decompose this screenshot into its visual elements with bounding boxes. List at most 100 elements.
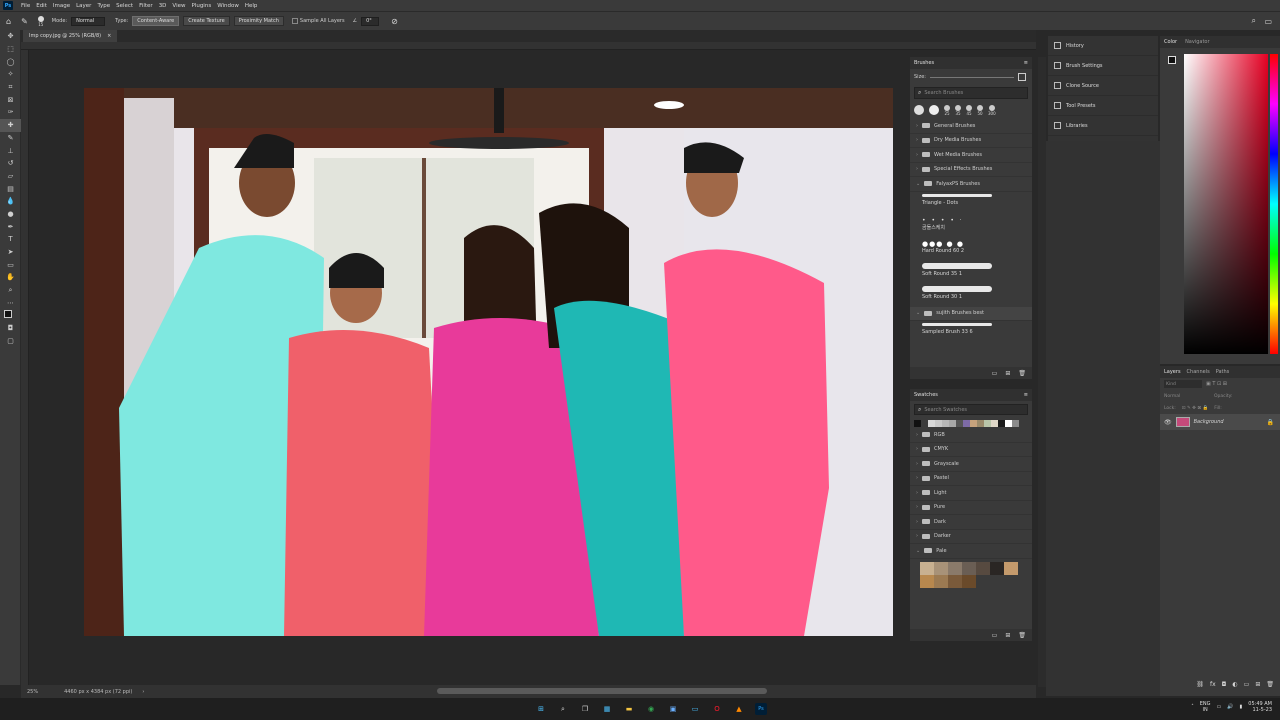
- brush-group-wet-media[interactable]: › Wet Media Brushes: [910, 148, 1032, 163]
- dodge-tool-icon[interactable]: ●: [0, 208, 21, 221]
- brush-group-dry-media[interactable]: › Dry Media Brushes: [910, 134, 1032, 148]
- new-group-icon[interactable]: ▭: [992, 632, 998, 639]
- color-swatches-icon[interactable]: [0, 309, 21, 323]
- brush-preset[interactable]: 25: [944, 104, 950, 116]
- channels-tab[interactable]: Channels: [1187, 369, 1210, 375]
- color-swatch[interactable]: [991, 419, 998, 427]
- menu-window[interactable]: Window: [214, 3, 242, 9]
- brush-preset[interactable]: [929, 105, 939, 115]
- lock-icons[interactable]: ⊡ ✎ ✥ ⊠ 🔒: [1182, 406, 1208, 411]
- new-brush-footer-icon[interactable]: ⊞: [1005, 370, 1010, 377]
- clock[interactable]: 05:49 AM 11-5-23: [1248, 701, 1272, 713]
- network-icon[interactable]: ▭: [1217, 704, 1222, 710]
- history-brush-tool-icon[interactable]: ↺: [0, 157, 21, 170]
- color-swatch[interactable]: [970, 419, 977, 427]
- create-texture-button[interactable]: Create Texture: [183, 16, 230, 26]
- marquee-tool-icon[interactable]: ⬚: [0, 43, 21, 56]
- menu-filter[interactable]: Filter: [136, 3, 156, 9]
- color-swatch[interactable]: [928, 419, 935, 427]
- add-mask-icon[interactable]: ◘: [1222, 681, 1227, 688]
- file-explorer-icon[interactable]: ▬: [623, 703, 635, 715]
- new-group-icon[interactable]: ▭: [1244, 681, 1250, 688]
- pen-tool-icon[interactable]: ✒: [0, 220, 21, 233]
- color-swatch[interactable]: [942, 419, 949, 427]
- clone-source-panel-button[interactable]: Clone Source: [1048, 76, 1158, 96]
- new-swatch-icon[interactable]: ⊞: [1005, 632, 1010, 639]
- filter-icons[interactable]: ▣ T ⊡ ⊞: [1206, 381, 1227, 387]
- swatch-group-dark[interactable]: › Dark: [910, 515, 1032, 530]
- brush-group-falyaxps[interactable]: ⌄ FalyaxPS Brushes: [910, 177, 1032, 192]
- brush-item[interactable]: ●●● ● ● Hard Round 60 2: [910, 238, 1032, 261]
- swatch-group-grayscale[interactable]: › Grayscale: [910, 457, 1032, 472]
- quick-mask-icon[interactable]: ◘: [0, 322, 21, 335]
- brush-preset[interactable]: 35: [955, 104, 961, 116]
- crop-tool-icon[interactable]: ⌗: [0, 81, 21, 94]
- color-swatch[interactable]: [935, 419, 942, 427]
- pressure-icon[interactable]: ⊘: [391, 17, 398, 26]
- home-icon[interactable]: ⌂: [6, 17, 11, 26]
- type-tool-icon[interactable]: T: [0, 233, 21, 246]
- frame-tool-icon[interactable]: ⊠: [0, 93, 21, 106]
- color-swatch[interactable]: [934, 574, 948, 588]
- history-panel-button[interactable]: History: [1048, 36, 1158, 56]
- battery-icon[interactable]: ▮: [1240, 704, 1243, 710]
- color-tab[interactable]: Color: [1164, 39, 1177, 45]
- brush-group-general[interactable]: › General Brushes: [910, 119, 1032, 134]
- swatch-group-pure[interactable]: › Pure: [910, 501, 1032, 515]
- color-swatch[interactable]: [934, 561, 948, 575]
- zoom-tool-icon[interactable]: ⌕: [0, 284, 21, 297]
- hand-tool-icon[interactable]: ✋: [0, 271, 21, 284]
- brush-settings-panel-button[interactable]: Brush Settings: [1048, 56, 1158, 76]
- photoshop-taskbar-icon[interactable]: Ps: [755, 703, 767, 715]
- chevron-up-icon[interactable]: ˄: [1191, 704, 1194, 710]
- menu-layer[interactable]: Layer: [73, 3, 94, 9]
- brush-item[interactable]: Sampled Brush 33 6: [910, 321, 1032, 343]
- layer-style-icon[interactable]: fx: [1210, 681, 1216, 688]
- menu-help[interactable]: Help: [242, 3, 261, 9]
- foreground-color-chip[interactable]: [1168, 56, 1176, 64]
- delete-icon[interactable]: 🗑: [1018, 370, 1026, 377]
- rectangle-tool-icon[interactable]: ▭: [0, 258, 21, 271]
- photos-icon[interactable]: ▣: [667, 703, 679, 715]
- family-photo[interactable]: [84, 88, 893, 636]
- brush-preset[interactable]: 50: [977, 104, 983, 116]
- path-select-tool-icon[interactable]: ➤: [0, 246, 21, 259]
- color-swatch[interactable]: [921, 419, 928, 427]
- eraser-tool-icon[interactable]: ▱: [0, 170, 21, 183]
- color-swatch[interactable]: [1005, 419, 1012, 427]
- clone-stamp-tool-icon[interactable]: ⊥: [0, 144, 21, 157]
- swatch-group-light[interactable]: › Light: [910, 486, 1032, 501]
- healing-brush-tool-icon[interactable]: ✚: [0, 118, 21, 132]
- color-swatch[interactable]: [920, 574, 934, 588]
- color-swatch[interactable]: [990, 561, 1004, 575]
- vlc-icon[interactable]: ▲: [733, 703, 745, 715]
- swatch-group-pastel[interactable]: › Pastel: [910, 472, 1032, 486]
- mode-select[interactable]: Normal: [71, 16, 106, 26]
- brush-search-field[interactable]: ⌕ Search Brushes: [914, 87, 1028, 99]
- color-swatch[interactable]: [956, 419, 963, 427]
- panel-scrollbar[interactable]: [1038, 57, 1046, 687]
- color-swatch[interactable]: [914, 419, 921, 427]
- panel-menu-icon[interactable]: ≡: [1024, 392, 1028, 398]
- layer-kind-filter[interactable]: Kind: [1164, 380, 1202, 388]
- navigator-tab[interactable]: Navigator: [1185, 39, 1209, 45]
- color-swatch[interactable]: [998, 419, 1005, 427]
- document-tab[interactable]: Imp copy.jpg @ 25% (RGB/8) ×: [23, 30, 118, 42]
- widgets-icon[interactable]: ▦: [601, 703, 613, 715]
- search-icon[interactable]: ⌕: [557, 703, 569, 715]
- color-swatch[interactable]: [948, 561, 962, 575]
- search-icon[interactable]: ⌕: [1252, 16, 1256, 26]
- delete-layer-icon[interactable]: 🗑: [1266, 681, 1274, 688]
- swatch-group-cmyk[interactable]: › CMYK: [910, 443, 1032, 457]
- blend-mode-select[interactable]: Normal: [1164, 394, 1204, 399]
- menu-select[interactable]: Select: [113, 3, 136, 9]
- blur-tool-icon[interactable]: 💧: [0, 195, 21, 208]
- brush-size-slider[interactable]: [929, 76, 1014, 78]
- menu-edit[interactable]: Edit: [33, 3, 50, 9]
- volume-icon[interactable]: 🔊: [1227, 704, 1233, 710]
- swatch-search-field[interactable]: ⌕ Search Swatches: [914, 404, 1028, 415]
- paths-tab[interactable]: Paths: [1216, 369, 1230, 375]
- layer-row-background[interactable]: 👁 Background 🔒: [1160, 414, 1280, 430]
- brush-preset-picker[interactable]: 15: [37, 15, 44, 27]
- brush-tool-icon[interactable]: ✎: [0, 132, 21, 145]
